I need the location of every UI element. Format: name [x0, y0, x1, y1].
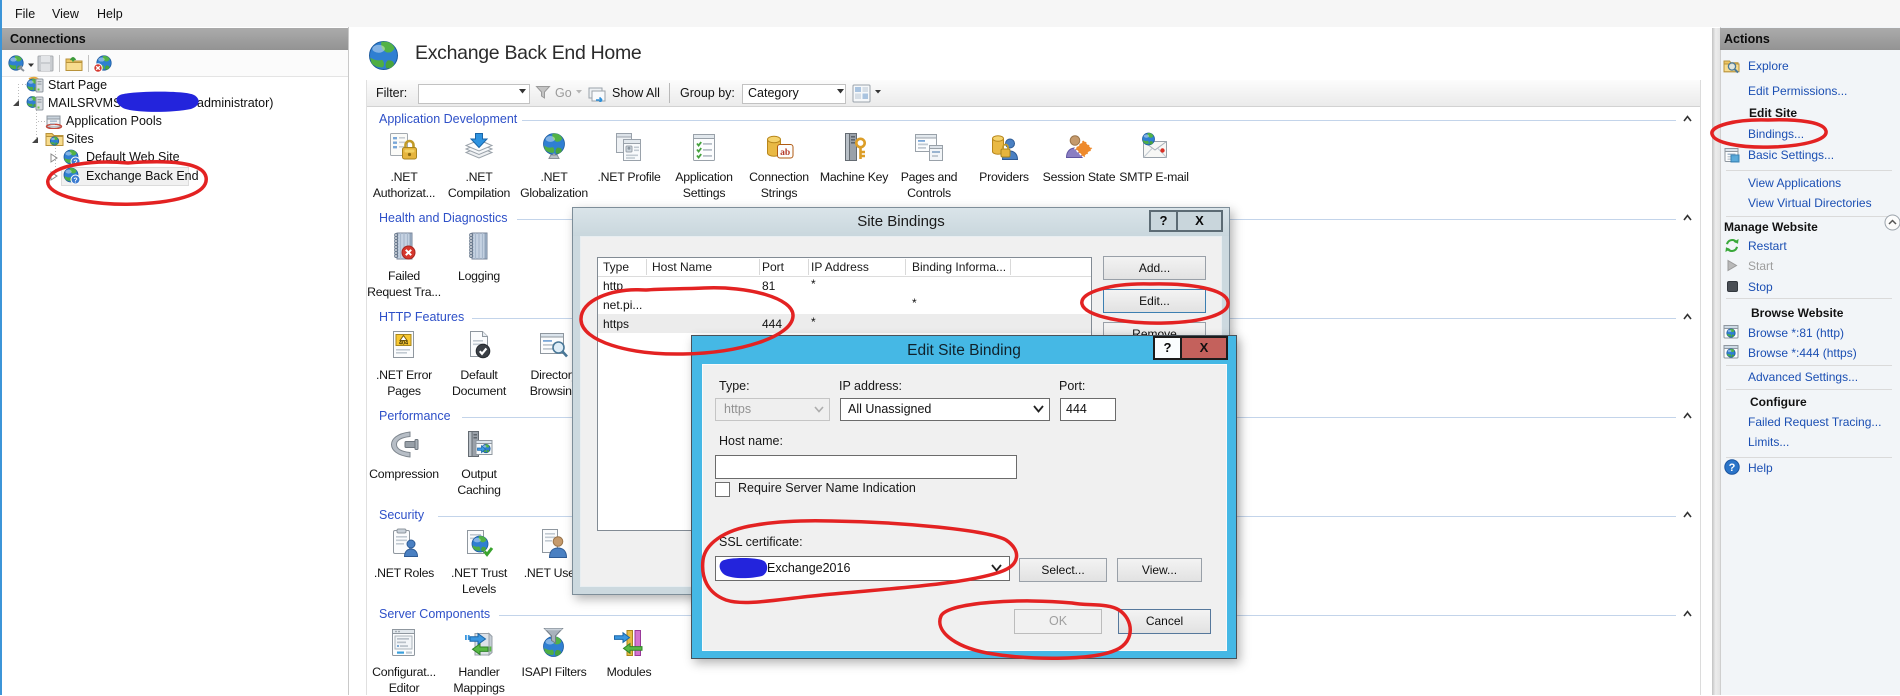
- svg-text:?: ?: [1729, 462, 1736, 474]
- svg-text:ab: ab: [780, 148, 790, 158]
- svg-text:404: 404: [399, 341, 409, 347]
- svg-text:?: ?: [73, 178, 77, 185]
- svg-text:?: ?: [73, 160, 77, 167]
